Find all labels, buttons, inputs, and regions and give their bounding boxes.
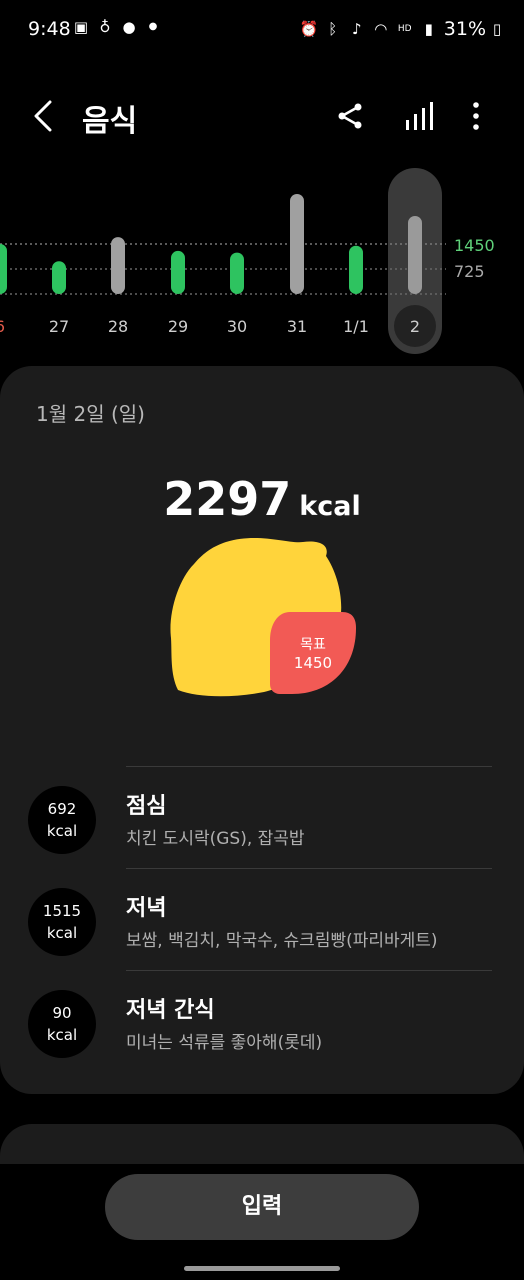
- date-title: 1월 2일 (일): [36, 402, 145, 426]
- total-calories-unit: kcal: [299, 491, 361, 522]
- meal-item-dinner-snack[interactable]: 90 kcal 저녁 간식 미녀는 석류를 좋아해(롯데): [0, 970, 524, 1072]
- divider: [126, 766, 492, 767]
- share-icon: [338, 103, 362, 129]
- chart-bar-29[interactable]: [171, 250, 185, 294]
- meal-item-lunch[interactable]: 692 kcal 점심 치킨 도시락(GS), 잡곡밥: [0, 766, 524, 868]
- chart-icon: [406, 102, 433, 130]
- half-goal-line-label: 725: [454, 262, 485, 281]
- meal-calorie-value: 90: [52, 1004, 72, 1022]
- app-bar: 음식: [0, 86, 524, 146]
- meal-name: 저녁: [126, 896, 167, 921]
- meal-calorie-unit: kcal: [46, 924, 78, 942]
- chart-x-label: 28: [108, 317, 128, 336]
- chat-app-icon: ♁: [99, 18, 111, 36]
- next-card-peek: [0, 1124, 524, 1164]
- meal-calorie-unit: kcal: [46, 1026, 78, 1044]
- meal-list: 692 kcal 점심 치킨 도시락(GS), 잡곡밥 1515 kcal 저녁…: [0, 766, 524, 1072]
- status-system-icons: ⏰ ᛒ ♪ ◠ HD ▮ 31% ▯: [300, 18, 502, 40]
- chart-bar-28[interactable]: [111, 237, 125, 294]
- goal-title: 목표: [300, 637, 326, 653]
- chart-bar-30[interactable]: [230, 252, 244, 294]
- chart-x-label: 29: [168, 317, 188, 336]
- total-calories-value: 2297: [163, 472, 292, 526]
- divider: [126, 970, 492, 971]
- alarm-icon: ⏰: [299, 20, 319, 38]
- meal-name: 점심: [126, 794, 167, 819]
- image-icon: ▣: [73, 18, 89, 36]
- meal-calorie-circle: 1515 kcal: [28, 888, 96, 956]
- battery-icon: ▯: [492, 20, 502, 38]
- day-summary-card: 1월 2일 (일) 2297 kcal 목표 1450 692 kcal 점심 치…: [0, 366, 524, 1094]
- mute-icon: ♪: [351, 20, 362, 38]
- bluetooth-icon: ᛒ: [328, 20, 338, 38]
- signal-icon: ▮: [424, 20, 433, 38]
- divider: [126, 868, 492, 869]
- meal-calorie-unit: kcal: [46, 822, 78, 840]
- talk-icon: ●: [122, 18, 136, 36]
- meal-name: 저녁 간식: [126, 998, 215, 1023]
- chart-x-label: 27: [49, 317, 69, 336]
- dot-icon: ●: [148, 21, 158, 32]
- chart-bar-2[interactable]: [408, 216, 422, 294]
- wifi-icon: ◠: [374, 20, 388, 38]
- meal-item-dinner[interactable]: 1515 kcal 저녁 보쌈, 백김치, 막국수, 슈크림빵(파리바게트): [0, 868, 524, 970]
- meal-calorie-value: 1515: [42, 902, 82, 920]
- more-vertical-icon: [473, 102, 479, 130]
- meal-food-items: 보쌈, 백김치, 막국수, 슈크림빵(파리바게트): [126, 931, 438, 951]
- chart-bar-31[interactable]: [290, 194, 304, 294]
- daily-calorie-chart[interactable]: 6 27 28 29 30 31 1/1 2 1450 725: [0, 160, 524, 360]
- chart-bar-27[interactable]: [52, 261, 66, 294]
- share-button[interactable]: [334, 100, 366, 132]
- hd-voice-icon: HD: [397, 24, 412, 34]
- status-time: 9:48: [28, 18, 71, 40]
- meal-calorie-circle: 692 kcal: [28, 786, 96, 854]
- meal-food-items: 치킨 도시락(GS), 잡곡밥: [126, 829, 305, 849]
- more-options-button[interactable]: [462, 100, 490, 132]
- meal-calorie-value: 692: [47, 800, 77, 818]
- chart-view-button[interactable]: [402, 100, 436, 132]
- goal-value: 1450: [293, 654, 333, 672]
- chart-bar-1-1[interactable]: [349, 245, 363, 294]
- battery-percent: 31%: [443, 18, 486, 40]
- status-notification-icons: ▣ ♁ ● ●: [72, 18, 162, 36]
- chart-bar-6[interactable]: [0, 244, 7, 294]
- goal-badge: 목표 1450: [270, 612, 356, 694]
- chart-svg: 6 27 28 29 30 31 1/1 2: [0, 168, 446, 354]
- back-button[interactable]: [28, 96, 64, 136]
- chart-x-label: 6: [0, 317, 5, 336]
- chevron-left-icon: [34, 100, 52, 132]
- home-indicator: [184, 1266, 340, 1271]
- chart-x-label: 30: [227, 317, 247, 336]
- page-title: 음식: [82, 104, 138, 139]
- chart-x-label: 31: [287, 317, 307, 336]
- total-calories: 2297 kcal: [0, 472, 524, 526]
- meal-calorie-circle: 90 kcal: [28, 990, 96, 1058]
- chart-x-label: 1/1: [343, 317, 369, 336]
- status-bar: 9:48 ▣ ♁ ● ● ⏰ ᛒ ♪ ◠ HD ▮ 31% ▯: [0, 0, 524, 58]
- goal-line-label: 1450: [454, 236, 495, 255]
- meal-food-items: 미녀는 석류를 좋아해(롯데): [126, 1033, 323, 1053]
- input-button[interactable]: 입력: [105, 1174, 419, 1240]
- chart-x-label: 2: [410, 317, 420, 336]
